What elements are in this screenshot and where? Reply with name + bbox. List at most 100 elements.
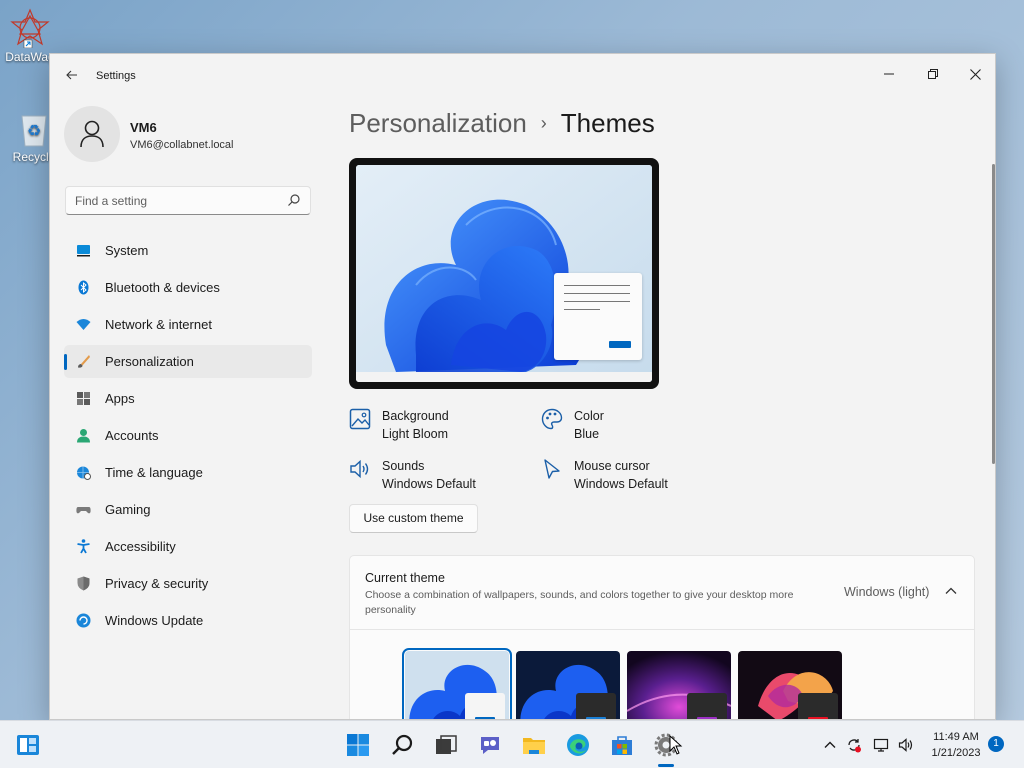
sidebar-item-label: Gaming <box>105 502 151 517</box>
windows-dark-theme-thumbnail[interactable] <box>516 651 620 719</box>
sidebar-item-label: Privacy & security <box>105 576 209 591</box>
sidebar-item-label: Apps <box>105 391 135 406</box>
mouse-pointer-icon <box>669 735 683 755</box>
accounts-icon <box>77 429 90 443</box>
sidebar-item-accessibility[interactable]: Accessibility <box>64 530 312 563</box>
settings-window: Settings VM6 VM6@collabnet.local Find a … <box>49 53 996 720</box>
theme-mini-window <box>687 693 727 719</box>
user-icon <box>80 120 104 148</box>
current-theme-value: Windows (light) <box>844 585 930 599</box>
clock-date: 1/21/2023 <box>931 747 981 759</box>
volume-icon[interactable] <box>898 737 914 753</box>
current-theme-title: Current theme <box>365 571 445 585</box>
profile-email: VM6@collabnet.local <box>130 139 234 151</box>
bluetooth-icon <box>78 280 89 295</box>
active-app-indicator <box>658 764 674 767</box>
breadcrumb-separator: › <box>540 113 547 133</box>
mouse-cursor-setting[interactable]: Mouse cursor Windows Default <box>541 452 721 492</box>
restore-icon <box>928 69 938 79</box>
network-icon[interactable] <box>873 737 889 753</box>
color-setting[interactable]: Color Blue <box>541 402 721 442</box>
profile-name: VM6 <box>130 120 157 135</box>
edge-icon[interactable] <box>566 733 590 757</box>
sidebar: VM6 VM6@collabnet.local Find a setting S… <box>50 98 325 719</box>
current-theme-description: Choose a combination of wallpapers, soun… <box>365 589 794 616</box>
widgets-icon[interactable] <box>16 733 40 757</box>
sounds-label: Sounds <box>382 459 425 473</box>
chevron-up-icon[interactable] <box>822 737 838 753</box>
user-profile[interactable]: VM6 VM6@collabnet.local <box>64 106 314 166</box>
sidebar-item-personalization[interactable]: Personalization <box>64 345 312 378</box>
sync-icon[interactable] <box>846 737 862 753</box>
store-icon[interactable] <box>610 733 634 757</box>
globe-clock-icon <box>77 466 91 480</box>
background-value: Light Bloom <box>382 427 449 441</box>
search-input[interactable]: Find a setting <box>65 186 311 215</box>
back-button[interactable] <box>62 68 82 84</box>
close-icon <box>969 69 981 80</box>
back-arrow-icon <box>66 70 77 80</box>
mouse-cursor-label: Mouse cursor <box>574 459 650 473</box>
clock[interactable]: 11:49 AM 1/21/2023 <box>924 729 988 761</box>
color-value: Blue <box>574 427 600 441</box>
datawag-icon <box>10 8 50 49</box>
minimize-icon <box>884 73 894 75</box>
current-theme-section: Current theme Choose a combination of wa… <box>349 555 975 719</box>
recycle-bin-icon: ♻ <box>14 108 54 148</box>
breadcrumb-parent[interactable]: Personalization <box>349 108 527 138</box>
sidebar-item-bluetooth[interactable]: Bluetooth & devices <box>64 271 312 304</box>
theme-mini-window <box>576 693 616 719</box>
app-title: Settings <box>96 70 136 82</box>
main-content: Personalization › Themes Background Ligh… <box>325 98 995 719</box>
sidebar-item-network[interactable]: Network & internet <box>64 308 312 341</box>
preview-taskbar <box>356 372 652 382</box>
sounds-setting[interactable]: Sounds Windows Default <box>349 452 529 492</box>
sidebar-item-label: Personalization <box>105 354 194 369</box>
sounds-value: Windows Default <box>382 477 476 491</box>
gamepad-icon <box>76 507 91 514</box>
apps-icon <box>77 392 90 405</box>
background-setting[interactable]: Background Light Bloom <box>349 402 529 442</box>
sidebar-nav: System Bluetooth & devices Network & int… <box>64 234 312 641</box>
background-label: Background <box>382 409 449 423</box>
picture-icon <box>349 408 371 430</box>
task-view-icon[interactable] <box>434 733 458 757</box>
scrollbar[interactable] <box>992 164 995 464</box>
chevron-up-icon[interactable] <box>944 584 958 598</box>
sidebar-item-label: System <box>105 243 149 258</box>
sidebar-item-privacy[interactable]: Privacy & security <box>64 567 312 600</box>
speaker-icon <box>350 459 369 479</box>
preview-window-card <box>554 273 642 360</box>
mouse-cursor-value: Windows Default <box>574 477 668 491</box>
captured-motion-theme-thumbnail[interactable] <box>738 651 842 719</box>
sidebar-item-gaming[interactable]: Gaming <box>64 493 312 526</box>
close-button[interactable] <box>953 60 995 90</box>
theme-preview-wallpaper <box>356 165 652 382</box>
breadcrumb: Personalization › Themes <box>349 108 655 139</box>
restore-button[interactable] <box>911 60 955 90</box>
wifi-icon <box>76 319 91 330</box>
sidebar-item-apps[interactable]: Apps <box>64 382 312 415</box>
current-theme-header[interactable]: Current theme Choose a combination of wa… <box>350 556 974 630</box>
title-bar: Settings <box>50 54 995 98</box>
sidebar-item-accounts[interactable]: Accounts <box>64 419 312 452</box>
sidebar-item-system[interactable]: System <box>64 234 312 267</box>
system-icon <box>77 245 90 257</box>
chat-icon[interactable] <box>478 733 502 757</box>
sidebar-item-label: Windows Update <box>105 613 204 628</box>
start-icon[interactable] <box>346 733 370 757</box>
brush-icon <box>78 355 90 368</box>
avatar <box>64 106 120 162</box>
file-explorer-icon[interactable] <box>522 733 546 757</box>
search-icon[interactable] <box>391 733 415 757</box>
glow-theme-thumbnail[interactable] <box>627 651 731 719</box>
clock-time: 11:49 AM <box>933 731 979 743</box>
search-placeholder: Find a setting <box>75 194 148 208</box>
sidebar-item-time-language[interactable]: Time & language <box>64 456 312 489</box>
notification-badge[interactable]: 1 <box>988 736 1004 752</box>
sidebar-item-windows-update[interactable]: Windows Update <box>64 604 312 637</box>
use-custom-theme-button[interactable]: Use custom theme <box>349 504 478 533</box>
windows-light-theme-thumbnail[interactable] <box>402 648 512 719</box>
page-title: Themes <box>560 108 655 138</box>
minimize-button[interactable] <box>867 60 911 90</box>
